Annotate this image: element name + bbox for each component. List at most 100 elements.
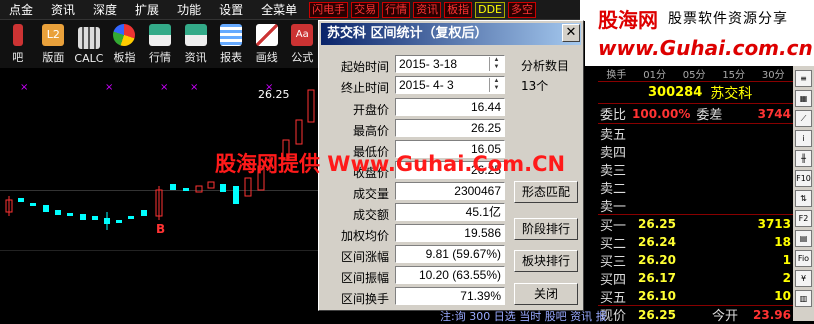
tab-huanshou[interactable]: 换手 xyxy=(606,66,626,81)
weicha-label: 委差 xyxy=(696,108,723,123)
brand-banner: 股海网 股票软件资源分享 www.Guhai.com.cn xyxy=(580,0,814,66)
f10-icon[interactable]: F10 xyxy=(795,170,812,187)
menu-item-zixun[interactable]: 资讯 xyxy=(42,1,84,18)
tag-shandianshou[interactable]: 闪电手 xyxy=(309,1,349,18)
sell-row[interactable]: 卖四 xyxy=(598,142,793,161)
tag-jiaoyi[interactable]: 交易 xyxy=(351,1,380,18)
tab-30min[interactable]: 30分 xyxy=(762,66,785,81)
toolbar-huaxian-button[interactable]: 画线 xyxy=(249,22,285,68)
menu-item-shendu[interactable]: 深度 xyxy=(84,1,126,18)
stat-label: 区间涨幅 xyxy=(340,250,389,264)
buy-price: 26.10 xyxy=(638,289,676,303)
toolbar-gongshi-button[interactable]: Aa 公式 xyxy=(285,22,321,68)
stat-label: 区间换手 xyxy=(340,292,389,306)
tab-01min[interactable]: 01分 xyxy=(643,66,666,81)
menu-bar: 点金 资讯 深度 扩展 功能 设置 全菜单 闪电手 交易 行情 资讯 板指 DD… xyxy=(0,0,580,20)
menu-item-kuozhan[interactable]: 扩展 xyxy=(126,1,168,18)
menu-item-gongneng[interactable]: 功能 xyxy=(168,1,210,18)
pattern-match-button[interactable]: 形态匹配 xyxy=(514,181,578,203)
fio-icon[interactable]: Fio xyxy=(795,250,812,267)
spinner-icon[interactable]: ▲ ▼ xyxy=(489,78,503,92)
weibi-value: 100.00% xyxy=(632,106,691,121)
menu-item-shezhi[interactable]: 设置 xyxy=(210,1,252,18)
toolbar-chat-button[interactable]: 吧 xyxy=(0,22,36,68)
candlestick-chart[interactable]: 26.25 B xyxy=(0,70,320,321)
spinner-icon[interactable]: ▲ ▼ xyxy=(489,57,503,71)
stat-label: 成交额 xyxy=(352,208,389,222)
weibi-row: 委比 100.00% 委差 3744 xyxy=(598,104,793,124)
menu-item-quancaidan[interactable]: 全菜单 xyxy=(252,1,306,18)
list-icon[interactable]: ≡ xyxy=(795,70,812,87)
sell-row[interactable]: 卖三 xyxy=(598,160,793,179)
menu-item-dianjin[interactable]: 点金 xyxy=(0,1,42,18)
stat-label: 开盘价 xyxy=(352,103,389,117)
bars-icon[interactable]: ▥ xyxy=(795,290,812,307)
line-chart-icon[interactable]: ⟋ xyxy=(795,110,812,127)
info-icon[interactable]: i xyxy=(795,130,812,147)
sell-label: 卖二 xyxy=(600,181,627,197)
marker-x: × xyxy=(190,82,199,93)
tab-05min[interactable]: 05分 xyxy=(683,66,706,81)
toolbar-calc-button[interactable]: CALC xyxy=(71,22,107,68)
end-time-value: 2015- 4- 3 xyxy=(399,78,454,92)
sell-row[interactable]: 卖一 xyxy=(598,196,793,215)
marker-x: × xyxy=(105,82,114,93)
table-icon[interactable]: ▤ xyxy=(795,230,812,247)
toolbar-banzhi-button[interactable]: 板指 xyxy=(107,22,143,68)
toolbar-zixun-button[interactable]: 资讯 xyxy=(178,22,214,68)
buy-price: 26.24 xyxy=(638,235,676,249)
sell-label: 卖五 xyxy=(600,127,627,143)
stock-header: 300284 苏交科 xyxy=(598,82,793,104)
tag-duokong[interactable]: 多空 xyxy=(508,1,536,18)
tag-hangqing[interactable]: 行情 xyxy=(382,1,411,18)
sell-row[interactable]: 卖五 xyxy=(598,124,793,143)
stat-field: 16.44 xyxy=(395,98,505,116)
start-time-value: 2015- 3-18 xyxy=(399,57,458,71)
toolbar-label: 公式 xyxy=(291,51,314,64)
last-price-row: 现价 26.25 今开 23.96 xyxy=(598,305,793,324)
sell-row[interactable]: 卖二 xyxy=(598,178,793,197)
tag-banzhi[interactable]: 板指 xyxy=(444,1,473,18)
toolbar-label: 版面 xyxy=(42,51,65,64)
buy-row[interactable]: 买一 26.25 3713 xyxy=(598,215,793,234)
kline-icon[interactable]: ╫ xyxy=(795,150,812,167)
toolbar-label: CALC xyxy=(74,52,104,65)
tab-15min[interactable]: 15分 xyxy=(722,66,745,81)
marker-x: × xyxy=(160,82,169,93)
grid-icon[interactable]: ▦ xyxy=(795,90,812,107)
toolbar-baobiao-button[interactable]: 报表 xyxy=(213,22,249,68)
quote-icon xyxy=(149,24,172,46)
start-time-field[interactable]: 2015- 3-18 ▲ ▼ xyxy=(395,55,505,73)
tag-dde[interactable]: DDE xyxy=(475,1,505,18)
buy-row[interactable]: 买二 26.24 18 xyxy=(598,233,793,252)
money-icon[interactable]: ¥ xyxy=(795,270,812,287)
toolbar-layout-button[interactable]: L2 版面 xyxy=(36,22,72,68)
weibi-label: 委比 xyxy=(600,108,627,123)
open-label: 今开 xyxy=(712,309,739,324)
close-button[interactable]: 关闭 xyxy=(514,283,578,305)
calculator-icon xyxy=(77,27,100,49)
buy-row[interactable]: 买五 26.10 10 xyxy=(598,287,793,306)
l2-icon: L2 xyxy=(42,24,65,46)
buy-row[interactable]: 买三 26.20 1 xyxy=(598,251,793,270)
end-time-field[interactable]: 2015- 4- 3 ▲ ▼ xyxy=(395,76,505,94)
buy-label: 买五 xyxy=(600,290,627,306)
quote-panel: 换手 01分 05分 15分 30分 300284 苏交科 委比 100.00%… xyxy=(598,66,793,324)
buy-label: 买三 xyxy=(600,254,627,270)
f2-icon[interactable]: F2 xyxy=(795,210,812,227)
stat-field: 9.81 (59.67%) xyxy=(395,245,505,263)
toolbar-label: 资讯 xyxy=(184,51,207,64)
buy-volume: 1 xyxy=(782,253,791,267)
end-time-label: 终止时间 xyxy=(340,81,389,95)
stat-field: 26.25 xyxy=(395,119,505,137)
period-tabs: 换手 01分 05分 15分 30分 xyxy=(598,66,793,82)
stage-rank-button[interactable]: 阶段排行 xyxy=(514,218,578,240)
buy-row[interactable]: 买四 26.17 2 xyxy=(598,269,793,288)
toolbar-hangqing-button[interactable]: 行情 xyxy=(142,22,178,68)
sector-rank-button[interactable]: 板块排行 xyxy=(514,250,578,272)
brand-url: www.Guhai.com.cn xyxy=(598,36,813,60)
close-icon[interactable]: ✕ xyxy=(562,24,580,42)
stat-label: 最高价 xyxy=(352,124,389,138)
level-icon[interactable]: ⇅ xyxy=(795,190,812,207)
tag-zixun[interactable]: 资讯 xyxy=(413,1,442,18)
